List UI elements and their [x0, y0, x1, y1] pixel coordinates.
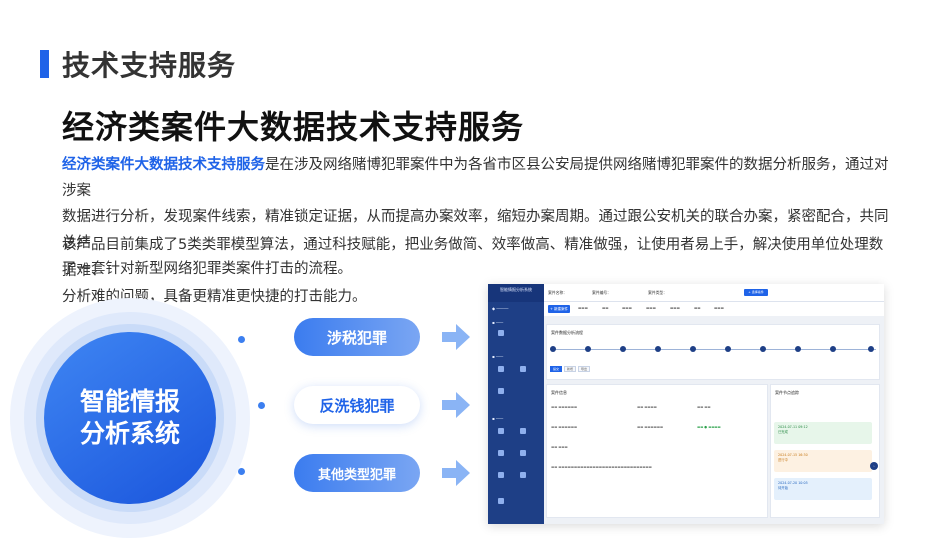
tracking-card[interactable]: 2024-07-11 09:12 已完成: [774, 422, 872, 444]
tracking-card[interactable]: 2024-07-20 10:05 待开始: [774, 478, 872, 500]
arrow-right-icon: [442, 392, 470, 418]
system-circle-label: 智能情报 分析系统: [79, 387, 180, 448]
app-topbar: 案件名称： 案件编号： 案件类型： + 选择案件: [544, 284, 884, 302]
connector-dot: [258, 402, 265, 409]
select-case-button[interactable]: + 选择案件: [744, 289, 768, 296]
connector-dot: [238, 468, 245, 475]
app-tabs: + 新建案件 ▬▬▬ ▬▬ ▬▬▬ ▬▬▬ ▬▬▬ ▬▬ ▬▬▬: [544, 302, 884, 316]
flow-step[interactable]: [760, 346, 766, 352]
add-button[interactable]: 新增: [564, 366, 576, 372]
page-title: 经济类案件大数据技术支持服务: [62, 108, 525, 146]
flow-step[interactable]: [725, 346, 731, 352]
flow-step[interactable]: [655, 346, 661, 352]
case-info-panel: 案件信息 ▬▬ ▬▬▬▬▬▬ ▬▬ ▬▬▬▬ ▬▬ ▬▬ ▬▬ ▬▬▬▬▬▬ ▬…: [546, 384, 768, 518]
list-icon[interactable]: [520, 366, 526, 372]
flow-step[interactable]: [550, 346, 556, 352]
flow-step[interactable]: [830, 346, 836, 352]
expand-icon[interactable]: ›: [870, 462, 878, 470]
network-icon[interactable]: [520, 450, 526, 456]
export-button[interactable]: 导出: [578, 366, 590, 372]
money-icon[interactable]: [498, 450, 504, 456]
arrow-right-icon: [442, 324, 470, 350]
arrow-right-icon: [442, 460, 470, 486]
flow-panel: 案件数据分析流程: [546, 324, 880, 380]
chart-icon[interactable]: [498, 366, 504, 372]
tab-new-case[interactable]: + 新建案件: [548, 305, 570, 313]
bank-icon[interactable]: [520, 428, 526, 434]
app-screenshot: 智能情报分析系统 ◆ ───── ▪ ─── ▪ ─── ▪ ─── 案件名称：…: [488, 284, 884, 524]
tracking-card[interactable]: 2024-07-15 16:30 进行中: [774, 450, 872, 472]
flow-step[interactable]: [795, 346, 801, 352]
app-logo: 智能情报分析系统: [488, 284, 544, 302]
flow-step[interactable]: [585, 346, 591, 352]
highlight-text: 经济类案件大数据技术支持服务: [62, 157, 265, 173]
category-other-crime[interactable]: 其他类型犯罪: [294, 454, 420, 492]
connector-dot: [238, 336, 245, 343]
file-icon[interactable]: [498, 388, 504, 394]
report-icon[interactable]: [520, 472, 526, 478]
flow-timeline: [550, 349, 876, 350]
section-marker: [40, 50, 49, 78]
grid-icon[interactable]: [498, 330, 504, 336]
flow-step[interactable]: [620, 346, 626, 352]
app-sidebar: 智能情报分析系统 ◆ ───── ▪ ─── ▪ ─── ▪ ───: [488, 284, 544, 524]
category-money-laundering[interactable]: 反洗钱犯罪: [294, 386, 420, 424]
settings-icon[interactable]: [498, 498, 504, 504]
user-icon[interactable]: [498, 428, 504, 434]
link-icon[interactable]: [498, 472, 504, 478]
category-tax-crime[interactable]: 涉税犯罪: [294, 318, 420, 356]
flow-step[interactable]: [690, 346, 696, 352]
flow-step[interactable]: [868, 346, 874, 352]
section-title: 技术支持服务: [62, 49, 237, 82]
submit-button[interactable]: 提交: [550, 366, 562, 372]
